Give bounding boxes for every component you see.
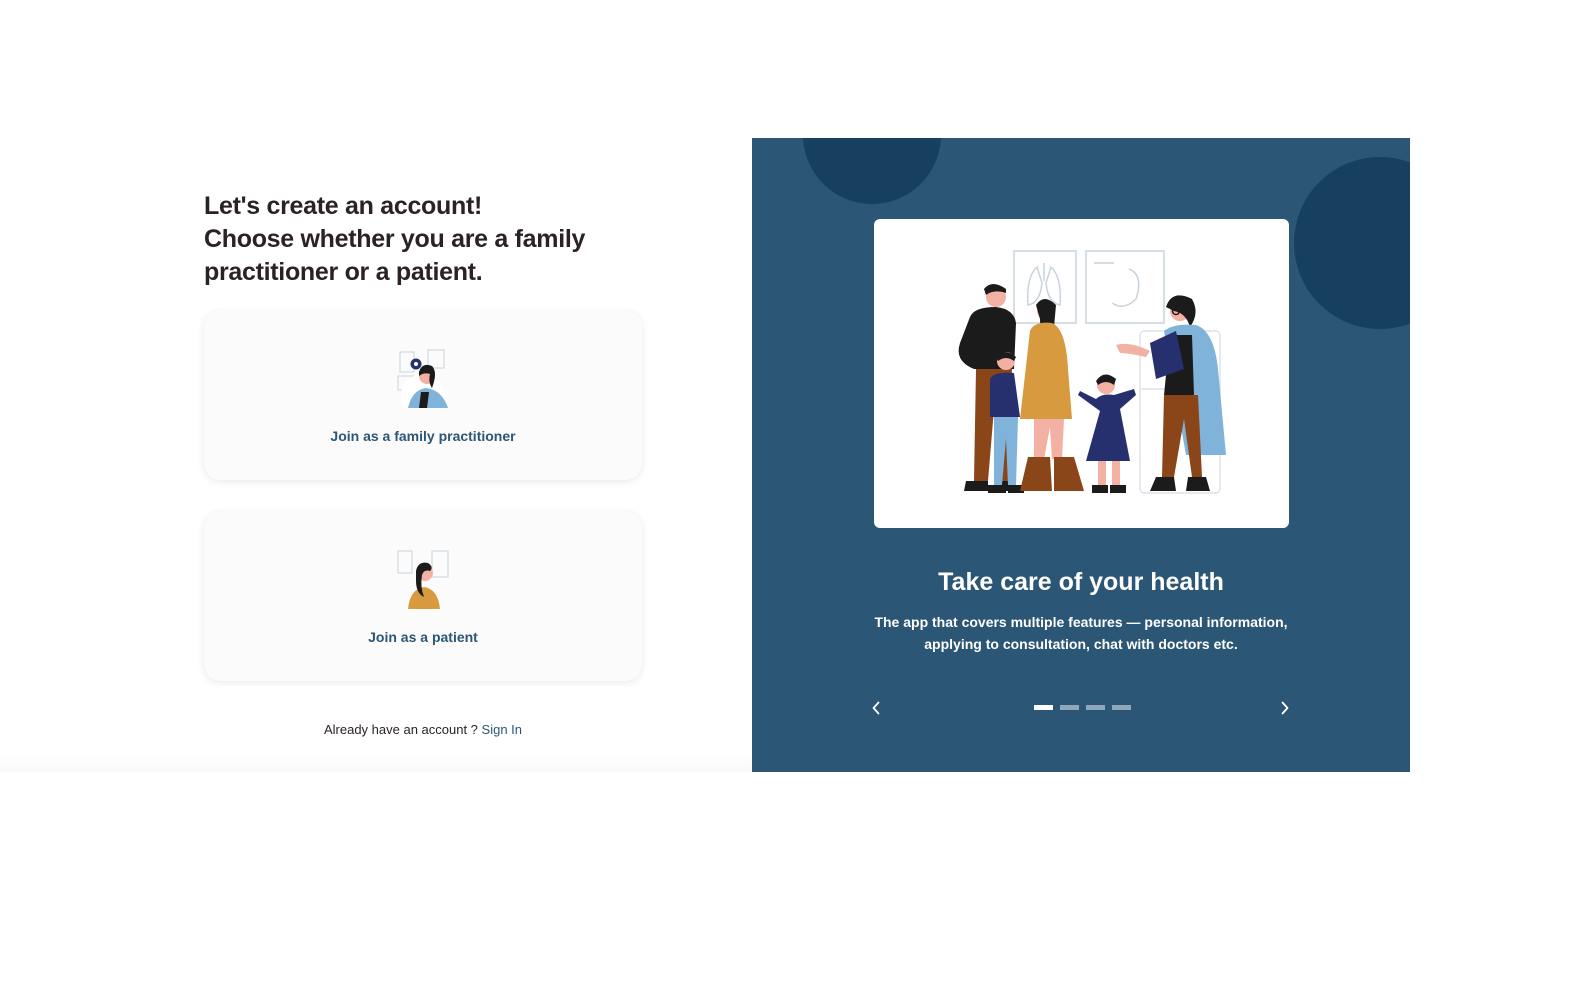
page-title-line: practitioner or a patient. xyxy=(204,258,483,286)
carousel-next-button[interactable] xyxy=(1275,698,1295,718)
signin-prompt-text: Already have an account ? xyxy=(323,722,478,737)
join-patient-label: Join as a patient xyxy=(368,629,478,645)
carousel-slide-image xyxy=(874,219,1289,528)
carousel-dot-1[interactable] xyxy=(1034,705,1053,710)
carousel-dot-4[interactable] xyxy=(1112,705,1131,710)
join-practitioner-card[interactable]: Join as a family practitioner xyxy=(204,310,642,480)
signup-panel: Let's create an account! Choose whether … xyxy=(0,138,752,772)
carousel-pagination xyxy=(1034,705,1131,710)
page-title-line: Let's create an account! xyxy=(204,192,483,220)
carousel-prev-button[interactable] xyxy=(866,698,886,718)
decorative-circle xyxy=(1294,157,1410,329)
signin-link[interactable]: Sign In xyxy=(482,722,522,737)
patient-avatar-icon xyxy=(397,550,449,609)
carousel-dot-2[interactable] xyxy=(1060,705,1079,710)
join-patient-card[interactable]: Join as a patient xyxy=(204,511,642,681)
chevron-left-icon xyxy=(872,701,880,715)
carousel-slide-description: The app that covers multiple features — … xyxy=(874,614,1288,652)
chevron-right-icon xyxy=(1281,701,1289,715)
family-with-doctor-illustration xyxy=(958,250,1226,494)
signin-prompt: Already have an account ? Sign In xyxy=(204,722,642,737)
page-title: Let's create an account! Choose whether … xyxy=(204,190,624,289)
page-title-line: Choose whether you are a family xyxy=(204,225,586,253)
carousel-dot-3[interactable] xyxy=(1086,705,1105,710)
carousel-slide-title: Take care of your health xyxy=(938,568,1224,596)
doctor-avatar-icon xyxy=(397,349,448,408)
decorative-circle xyxy=(803,138,941,204)
onboarding-carousel: Take care of your health The app that co… xyxy=(752,138,1410,772)
join-practitioner-label: Join as a family practitioner xyxy=(330,428,516,444)
